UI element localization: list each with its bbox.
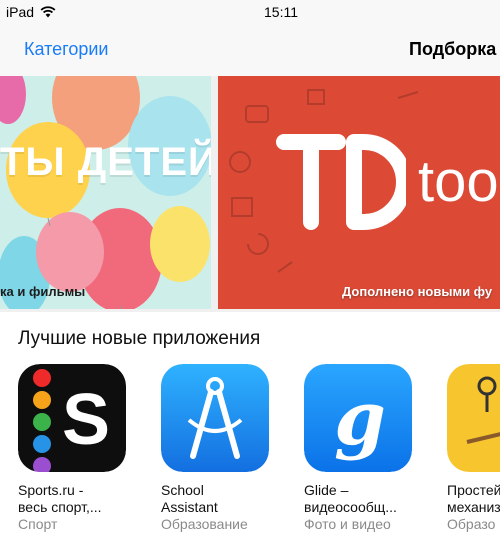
kids-banner-caption: ка и фильмы bbox=[0, 284, 86, 299]
sports-ru-icon[interactable]: S bbox=[18, 364, 126, 472]
nav-bar: Категории Подборка bbox=[0, 26, 500, 76]
svg-text:S: S bbox=[62, 380, 110, 460]
app-category: Образо bbox=[447, 516, 496, 532]
app-tile[interactable]: g Glide – видеосообщ... Фото и видео bbox=[304, 364, 412, 533]
app-name-line1: Sports.ru - bbox=[18, 482, 84, 498]
status-time: 15:11 bbox=[264, 4, 298, 20]
app-name-line2: механиз bbox=[447, 499, 500, 515]
app-tile[interactable]: S Sports.ru - весь спорт,... Спорт bbox=[18, 364, 126, 533]
status-bar: iPad 15:11 bbox=[0, 0, 500, 26]
app-category: Образование bbox=[161, 516, 248, 532]
app-name-line2: видеосообщ... bbox=[304, 499, 397, 515]
glide-icon[interactable]: g bbox=[304, 364, 412, 472]
todo-logo-icon bbox=[276, 134, 406, 230]
app-tile[interactable]: School Assistant Образование bbox=[161, 364, 269, 533]
app-name-line1: Простей bbox=[447, 482, 500, 498]
balloons-illustration bbox=[0, 76, 211, 309]
section-title: Лучшие новые приложения bbox=[18, 328, 261, 349]
app-name-line2: весь спорт,... bbox=[18, 499, 102, 515]
page-title: Подборка bbox=[409, 39, 497, 59]
app-name-line1: Glide – bbox=[304, 482, 349, 498]
todo-banner-caption: Дополнено новыми фу bbox=[342, 284, 493, 299]
svg-text:g: g bbox=[334, 376, 386, 462]
banner-kids[interactable]: ТЫ ДЕТЕЙ ка и фильмы bbox=[0, 76, 211, 309]
app-category: Фото и видео bbox=[304, 516, 391, 532]
kids-headline: ТЫ ДЕТЕЙ bbox=[0, 140, 211, 184]
mechanisms-icon[interactable] bbox=[447, 364, 500, 472]
featured-banners: ТЫ ДЕТЕЙ ка и фильмы too Дополнено новым… bbox=[0, 76, 500, 312]
categories-button[interactable]: Категории bbox=[24, 39, 108, 60]
compass-icon[interactable] bbox=[161, 364, 269, 472]
app-category: Спорт bbox=[18, 516, 58, 532]
app-tile[interactable]: Простей механиз Образо bbox=[447, 364, 500, 533]
banner-todo[interactable]: too Дополнено новыми фу bbox=[218, 76, 500, 309]
todo-logo-text: too bbox=[418, 149, 499, 214]
app-name-line2: Assistant bbox=[161, 499, 218, 515]
app-name-line1: School bbox=[161, 482, 204, 498]
